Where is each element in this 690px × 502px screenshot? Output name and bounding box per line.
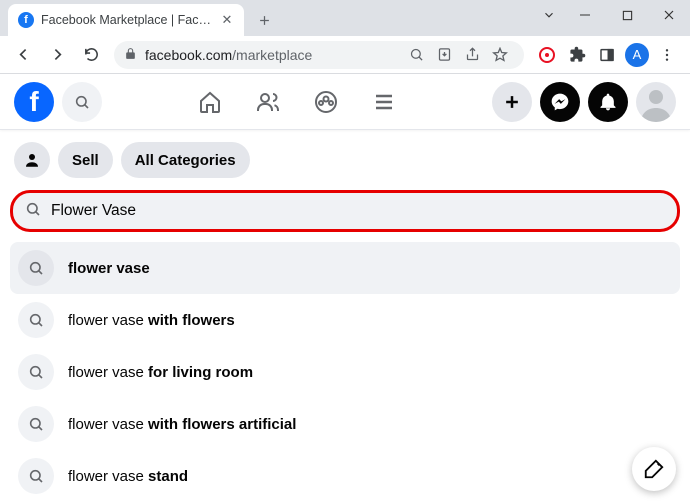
marketplace-search-box[interactable] [10,190,680,232]
marketplace-filters: Sell All Categories [0,130,690,190]
reload-button[interactable] [76,40,106,70]
extensions-icon[interactable] [562,40,592,70]
forward-button[interactable] [42,40,72,70]
suggestion-item[interactable]: flower vase with flowers artificial [10,398,680,450]
nav-groups-icon[interactable] [301,78,351,126]
browser-toolbar: facebook.com/marketplace A [0,36,690,74]
search-suggestions: flower vase flower vase with flowers flo… [0,242,690,502]
nav-friends-icon[interactable] [243,78,293,126]
url-text: facebook.com/marketplace [145,47,394,63]
close-window-button[interactable] [648,0,690,30]
nav-home-icon[interactable] [185,78,235,126]
nav-menu-icon[interactable] [359,78,409,126]
suggestion-item[interactable]: flower vase for living room [10,346,680,398]
filter-profile-icon[interactable] [14,142,50,178]
lock-icon [124,47,137,63]
notifications-icon[interactable] [588,82,628,122]
search-icon [18,406,54,442]
install-app-icon[interactable] [430,41,458,69]
tab-close-icon[interactable]: ✕ [220,13,234,27]
profile-avatar[interactable]: A [622,40,652,70]
profile-menu[interactable] [636,82,676,122]
search-icon [18,354,54,390]
facebook-logo[interactable]: f [14,82,54,122]
new-tab-button[interactable] [250,6,278,34]
tabs-dropdown-icon[interactable] [534,0,564,30]
browser-menu-icon[interactable] [652,40,682,70]
create-button[interactable] [492,82,532,122]
search-icon [18,250,54,286]
omnibox-search-icon[interactable] [402,41,430,69]
extension-record-icon[interactable] [532,40,562,70]
new-post-fab[interactable] [632,447,676,491]
browser-tab[interactable]: f Facebook Marketplace | Facebook ✕ [8,4,244,36]
search-icon [18,458,54,494]
minimize-button[interactable] [564,0,606,30]
facebook-header: f [0,74,690,130]
suggestion-item[interactable]: flower vase stand [10,450,680,502]
search-icon [18,302,54,338]
facebook-search-button[interactable] [62,82,102,122]
suggestion-item[interactable]: flower vase [10,242,680,294]
side-panel-icon[interactable] [592,40,622,70]
bookmark-star-icon[interactable] [486,41,514,69]
messenger-icon[interactable] [540,82,580,122]
suggestion-item[interactable]: flower vase with flowers [10,294,680,346]
filter-sell[interactable]: Sell [58,142,113,178]
browser-titlebar: f Facebook Marketplace | Facebook ✕ [0,0,690,36]
search-icon [25,201,41,222]
tab-title: Facebook Marketplace | Facebook [41,13,213,27]
facebook-favicon: f [18,12,34,28]
maximize-button[interactable] [606,0,648,30]
search-input[interactable] [51,202,665,220]
share-icon[interactable] [458,41,486,69]
filter-categories[interactable]: All Categories [121,142,250,178]
address-bar[interactable]: facebook.com/marketplace [114,41,524,69]
back-button[interactable] [8,40,38,70]
